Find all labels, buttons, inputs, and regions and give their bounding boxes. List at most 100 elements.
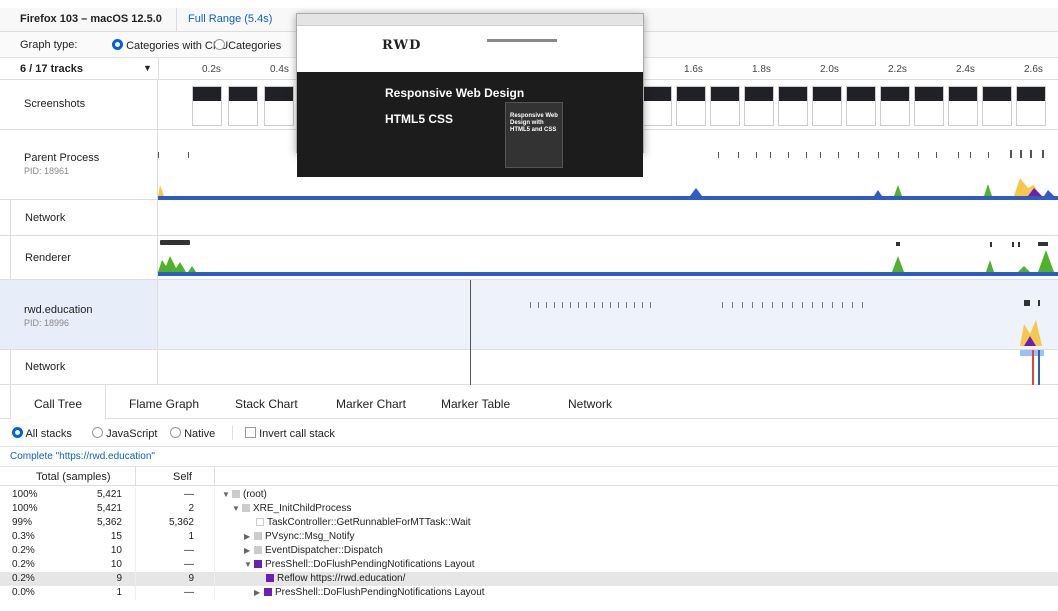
preview-hero-subtitle: HTML5 CSS	[385, 112, 454, 126]
track-label[interactable]: Network	[10, 200, 158, 235]
track-label[interactable]: Network	[10, 350, 158, 384]
full-range-breadcrumb[interactable]: Full Range (5.4s)	[188, 13, 272, 25]
screenshot-thumbnail[interactable]	[642, 86, 672, 126]
column-divider	[214, 586, 215, 600]
track-label[interactable]: rwd.education PID: 18996	[0, 280, 158, 349]
tab-marker-chart[interactable]: Marker Chart	[336, 385, 406, 419]
row-function: ▼ (root)	[222, 489, 267, 500]
row-function-name: Reflow https://rwd.education/	[277, 573, 406, 584]
track-label[interactable]: Renderer	[10, 236, 158, 279]
screenshot-thumbnail[interactable]	[914, 86, 944, 126]
expanded-twisty-icon[interactable]: ▼	[232, 504, 242, 513]
row-function: ▼ XRE_InitChildProcess	[232, 503, 351, 514]
column-divider	[214, 488, 215, 502]
track-name: Network	[25, 361, 66, 373]
screenshot-thumbnail[interactable]	[676, 86, 706, 126]
javascript-option[interactable]: JavaScript	[92, 427, 157, 440]
call-tree-row[interactable]: 0.0% 1 — ▶ PresShell::DoFlushPendingNotif…	[0, 586, 1058, 600]
screenshot-thumbnail[interactable]	[948, 86, 978, 126]
column-divider	[135, 488, 136, 502]
row-function-name: XRE_InitChildProcess	[253, 503, 352, 514]
graph-type-cpu-option[interactable]: Categories with CPU	[112, 39, 228, 52]
time-tick: 1.6s	[684, 64, 703, 75]
radio-selected-icon[interactable]	[112, 39, 123, 50]
native-label: Native	[184, 428, 216, 440]
graph-type-label: Graph type:	[20, 39, 78, 51]
tab-marker-table[interactable]: Marker Table	[441, 385, 510, 419]
screenshot-thumbnail[interactable]	[1016, 86, 1046, 126]
screenshot-thumbnail[interactable]	[846, 86, 876, 126]
track-label[interactable]: Screenshots	[0, 80, 158, 129]
tab-network[interactable]: Network	[568, 385, 612, 419]
row-function: ▶ PVsync::Msg_Notify	[244, 531, 354, 542]
row-percent: 100%	[12, 489, 38, 500]
preview-hero: Responsive Web Design HTML5 CSS Responsi…	[297, 72, 643, 177]
network-activity-graph[interactable]	[158, 350, 1058, 385]
network-track[interactable]: Network	[0, 200, 1058, 236]
call-tree-options: All stacks JavaScript Native Invert call…	[0, 419, 1058, 447]
row-self: 1	[188, 531, 194, 542]
call-tree-row[interactable]: 0.2% 10 — ▶ EventDispatcher::Dispatch	[0, 544, 1058, 558]
column-divider	[135, 530, 136, 544]
screenshot-thumbnail[interactable]	[880, 86, 910, 126]
collapsed-twisty-icon[interactable]: ▶	[244, 546, 254, 555]
call-tree-row[interactable]: 100% 5,421 — ▼ (root)	[0, 488, 1058, 502]
track-label[interactable]: Parent Process PID: 18961	[0, 130, 158, 199]
radio-icon[interactable]	[170, 427, 181, 438]
checkbox-icon[interactable]	[245, 427, 256, 438]
row-total: 10	[110, 545, 122, 556]
call-tree-breadcrumb[interactable]: Complete "https://rwd.education"	[10, 451, 155, 462]
rwd-education-track[interactable]: rwd.education PID: 18996	[0, 280, 1058, 350]
screenshot-thumbnail[interactable]	[744, 86, 774, 126]
collapsed-twisty-icon[interactable]: ▶	[254, 588, 264, 597]
column-divider	[214, 544, 215, 558]
category-swatch	[254, 560, 262, 568]
row-total: 10	[110, 559, 122, 570]
call-tree-row[interactable]: 0.3% 15 1 ▶ PVsync::Msg_Notify	[0, 530, 1058, 544]
expanded-twisty-icon[interactable]: ▼	[244, 560, 254, 569]
invert-call-stack-checkbox[interactable]: Invert call stack	[245, 427, 335, 440]
column-divider	[135, 544, 136, 558]
self-header: Self	[173, 471, 192, 483]
tab-call-tree[interactable]: Call Tree	[10, 385, 106, 419]
radio-icon[interactable]	[214, 39, 225, 50]
rwd-activity-graph[interactable]	[158, 280, 1058, 350]
graph-type-categories-option[interactable]: Categories	[214, 39, 281, 52]
expanded-twisty-icon[interactable]: ▼	[222, 490, 232, 499]
call-tree-row[interactable]: 100% 5,421 2 ▼ XRE_InitChildProcess	[0, 502, 1058, 516]
row-self: 2	[188, 503, 194, 514]
collapsed-twisty-icon[interactable]: ▶	[244, 532, 254, 541]
row-function: ▶ EventDispatcher::Dispatch	[244, 545, 383, 556]
all-stacks-option[interactable]: All stacks	[12, 427, 72, 440]
row-percent: 99%	[12, 517, 33, 528]
graph-type-cpu-label: Categories with CPU	[126, 40, 229, 52]
renderer-track[interactable]: Renderer	[0, 236, 1058, 280]
screenshot-thumbnail[interactable]	[982, 86, 1012, 126]
screenshot-thumbnail[interactable]	[778, 86, 808, 126]
screenshot-thumbnail[interactable]	[812, 86, 842, 126]
call-tree-row[interactable]: 99% 5,362 5,362 TaskController::GetRunna…	[0, 516, 1058, 530]
options-divider	[232, 426, 233, 440]
radio-icon[interactable]	[92, 427, 103, 438]
screenshot-thumbnail[interactable]	[192, 86, 222, 126]
chevron-down-icon[interactable]: ▼	[143, 63, 152, 73]
row-self: —	[184, 489, 194, 500]
tab-stack-chart[interactable]: Stack Chart	[235, 385, 298, 419]
native-option[interactable]: Native	[170, 427, 215, 440]
row-total: 15	[110, 531, 122, 542]
screenshot-thumbnail[interactable]	[264, 86, 294, 126]
network-track-rwd[interactable]: Network	[0, 350, 1058, 385]
radio-selected-icon[interactable]	[12, 427, 23, 438]
category-swatch	[256, 518, 264, 526]
call-tree-row[interactable]: 0.2% 10 — ▼ PresShell::DoFlushPendingNoti…	[0, 558, 1058, 572]
row-function: ▼ PresShell::DoFlushPendingNotifications …	[244, 559, 475, 570]
screenshot-thumbnail[interactable]	[228, 86, 258, 126]
track-count-button[interactable]: 6 / 17 tracks	[20, 63, 83, 75]
call-tree-row-selected[interactable]: 0.2% 9 9 Reflow https://rwd.education/	[0, 572, 1058, 586]
category-swatch	[242, 504, 250, 512]
screenshot-thumbnail[interactable]	[710, 86, 740, 126]
row-total: 1	[116, 587, 122, 598]
row-function-name: EventDispatcher::Dispatch	[265, 545, 383, 556]
column-divider	[214, 467, 215, 485]
tab-flame-graph[interactable]: Flame Graph	[129, 385, 199, 419]
